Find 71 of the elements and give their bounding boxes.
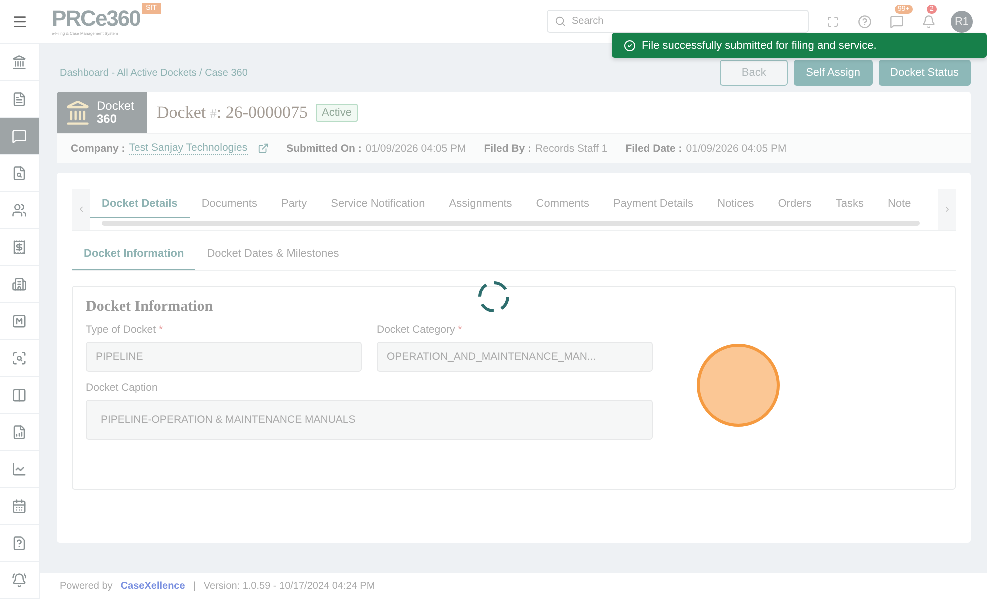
tab[interactable]: Comments bbox=[524, 189, 602, 218]
calendar-icon bbox=[12, 498, 27, 514]
meta-label: Filed Date : bbox=[626, 142, 682, 154]
landmark-icon bbox=[65, 100, 91, 126]
badge-label: Docket bbox=[97, 100, 134, 112]
meta-label: Company : bbox=[71, 142, 126, 154]
separator: | bbox=[193, 580, 196, 592]
tab[interactable]: Orders bbox=[766, 189, 824, 218]
document-icon bbox=[12, 92, 27, 106]
toast-message: File successfully submitted for filing and service. bbox=[642, 40, 877, 52]
field-label: Docket Category * bbox=[377, 324, 464, 336]
square-letter-icon bbox=[12, 314, 27, 328]
action-button[interactable]: Self Assign bbox=[794, 60, 873, 86]
tab[interactable]: Payment Details bbox=[601, 189, 706, 218]
message-icon[interactable] bbox=[890, 14, 904, 28]
input-field[interactable]: PIPELINE bbox=[86, 342, 362, 372]
action-button[interactable]: Back bbox=[720, 60, 788, 86]
meta-value: 01/09/2026 04:05 PM bbox=[366, 142, 466, 154]
meta-label: Submitted On : bbox=[286, 142, 362, 154]
external-link-icon[interactable] bbox=[258, 143, 269, 154]
line-chart-icon bbox=[12, 462, 27, 476]
tab[interactable]: Docket Details bbox=[90, 189, 190, 218]
field-label: Docket Caption bbox=[86, 382, 159, 394]
meta-value: Records Staff 1 bbox=[536, 142, 608, 154]
landmark-icon bbox=[12, 54, 27, 70]
section-title: Docket Information bbox=[86, 299, 214, 316]
columns-icon bbox=[12, 388, 27, 402]
menu-icon[interactable] bbox=[12, 14, 28, 30]
bell-icon bbox=[12, 572, 27, 588]
tab[interactable]: Note bbox=[876, 189, 924, 218]
search-field[interactable]: Search bbox=[547, 10, 809, 33]
action-button[interactable]: Docket Status bbox=[878, 60, 971, 86]
users-icon bbox=[12, 202, 27, 218]
badge-number: 360 bbox=[97, 112, 118, 126]
tab[interactable]: Service Notification bbox=[319, 189, 438, 218]
tab[interactable]: Tasks bbox=[824, 189, 876, 218]
tab[interactable]: Documents bbox=[190, 189, 270, 218]
receipt-icon bbox=[12, 240, 27, 254]
search-icon bbox=[555, 16, 566, 27]
tab[interactable]: Assignments bbox=[437, 189, 524, 218]
company-link[interactable]: Test Sanjay Technologies bbox=[129, 142, 248, 155]
input-field[interactable]: PIPELINE-OPERATION & MAINTENANCE MANUALS bbox=[86, 400, 653, 440]
scan-search-icon bbox=[12, 350, 27, 366]
loading-spinner bbox=[476, 279, 512, 315]
question-file-icon bbox=[12, 536, 27, 550]
meta-value: 01/09/2026 04:05 PM bbox=[686, 142, 787, 154]
help-icon[interactable] bbox=[858, 14, 872, 28]
docket-title: Docket #: 26-0000075 bbox=[157, 102, 308, 122]
notification-icon[interactable] bbox=[922, 14, 936, 28]
logo: PRCe360 bbox=[52, 7, 140, 31]
message-icon bbox=[12, 128, 27, 144]
brand-logo: CaseXellence bbox=[120, 580, 186, 592]
tab[interactable]: Notices bbox=[706, 189, 766, 218]
file-search-icon bbox=[12, 166, 27, 180]
tab-scrollbar[interactable] bbox=[102, 221, 920, 226]
version-text: Version: 1.0.59 - 10/17/2024 04:24 PM bbox=[204, 580, 376, 592]
fullscreen-icon[interactable] bbox=[827, 16, 839, 28]
sub-tab[interactable]: Docket Dates & Milestones bbox=[195, 239, 350, 270]
breadcrumb: Dashboard - All Active Dockets / Case 360 bbox=[60, 68, 248, 78]
status-badge: Active bbox=[316, 104, 358, 122]
user-avatar[interactable]: R1 bbox=[951, 10, 973, 32]
powered-by: Powered by bbox=[60, 580, 113, 592]
meta-label: Filed By : bbox=[484, 142, 532, 154]
report-icon bbox=[12, 424, 27, 440]
input-field[interactable]: OPERATION_AND_MAINTENANCE_MAN... bbox=[377, 342, 653, 372]
sub-tab[interactable]: Docket Information bbox=[72, 239, 196, 270]
tab[interactable]: Party bbox=[269, 189, 320, 218]
field-label: Type of Docket * bbox=[86, 324, 164, 336]
check-circle-icon bbox=[624, 40, 636, 52]
sidebar-item[interactable] bbox=[0, 118, 39, 155]
building-icon bbox=[12, 276, 27, 292]
